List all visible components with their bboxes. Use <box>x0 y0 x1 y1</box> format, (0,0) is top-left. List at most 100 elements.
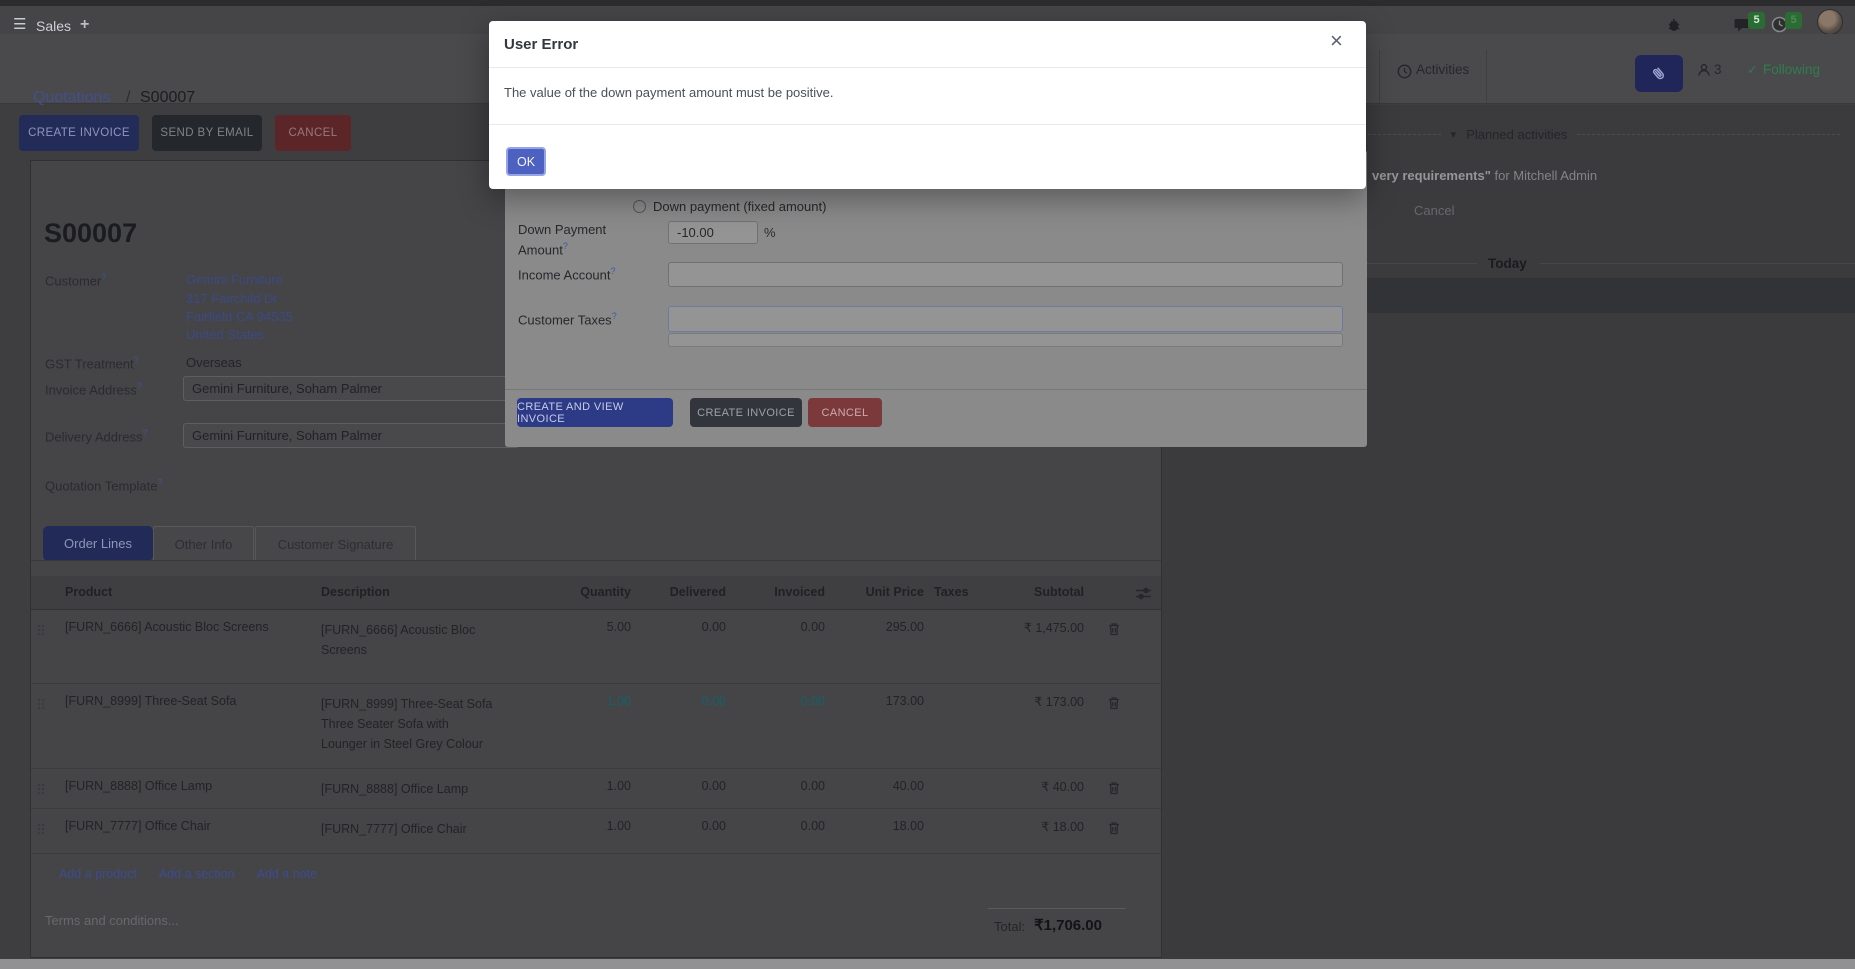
divider <box>1379 50 1380 103</box>
tab-order-lines[interactable]: Order Lines <box>43 526 153 561</box>
down-payment-fixed-label[interactable]: Down payment (fixed amount) <box>653 199 826 214</box>
income-account-input[interactable] <box>668 262 1343 287</box>
app-name[interactable]: Sales <box>36 18 71 34</box>
down-payment-fixed-radio[interactable] <box>633 200 646 213</box>
help-icon: ? <box>134 355 139 365</box>
activity-summary: very requirements" for Mitchell Admin <box>1372 168 1597 183</box>
help-icon: ? <box>158 477 163 487</box>
tab-customer-signature[interactable]: Customer Signature <box>255 526 416 561</box>
customer-taxes-label: Customer Taxes? <box>518 311 617 327</box>
followers-count[interactable]: 3 <box>1714 62 1722 77</box>
activity-cancel-link[interactable]: Cancel <box>1414 203 1454 218</box>
col-taxes[interactable]: Taxes <box>934 576 1001 609</box>
user-avatar[interactable] <box>1817 9 1843 35</box>
add-a-product-link[interactable]: Add a product <box>59 867 137 881</box>
horizontal-scrollbar[interactable] <box>0 959 1855 969</box>
cell-quantity[interactable]: 1.00 <box>561 684 641 768</box>
table-row[interactable]: [FURN_7777] Office Chair [FURN_7777] Off… <box>31 809 1161 854</box>
cell-description[interactable]: [FURN_7777] Office Chair <box>321 809 561 853</box>
customer-address-line[interactable]: Fairfield CA 94535 <box>186 309 293 324</box>
delete-row-icon[interactable] <box>1094 769 1136 808</box>
cell-taxes[interactable] <box>934 809 1001 853</box>
close-icon[interactable]: × <box>1330 28 1343 54</box>
activity-summary-text: very requirements" <box>1372 168 1491 183</box>
cell-unit-price[interactable]: 173.00 <box>835 684 934 768</box>
delivery-address-field[interactable]: Gemini Furniture, Soham Palmer <box>183 423 519 448</box>
cell-invoiced: 0.00 <box>736 809 835 853</box>
customer-address-line[interactable]: 317 Fairchild Dr <box>186 291 278 306</box>
cell-subtotal: ₹ 18.00 <box>1001 809 1094 853</box>
cell-description[interactable]: [FURN_6666] Acoustic Bloc Screens <box>321 610 561 683</box>
new-tab-plus-icon[interactable]: + <box>80 16 89 34</box>
cancel-order-button[interactable]: CANCEL <box>275 115 351 151</box>
cell-product[interactable]: [FURN_8999] Three-Seat Sofa <box>53 684 321 768</box>
table-row[interactable]: [FURN_6666] Acoustic Bloc Screens [FURN_… <box>31 610 1161 684</box>
cell-description[interactable]: [FURN_8999] Three-Seat Sofa Three Seater… <box>321 684 561 768</box>
help-icon: ? <box>611 266 616 276</box>
cell-description[interactable]: [FURN_8888] Office Lamp <box>321 769 561 808</box>
cell-taxes[interactable] <box>934 684 1001 768</box>
cell-product[interactable]: [FURN_6666] Acoustic Bloc Screens <box>53 610 321 683</box>
drag-handle-icon[interactable] <box>31 684 53 768</box>
cell-taxes[interactable] <box>934 769 1001 808</box>
modal-title: User Error <box>504 36 578 53</box>
help-icon: ? <box>137 381 142 391</box>
gst-treatment-label: GST Treatment? <box>45 355 139 371</box>
invoice-address-field[interactable]: Gemini Furniture, Soham Palmer <box>183 376 519 401</box>
customer-link[interactable]: Gemini Furniture <box>186 272 283 287</box>
attachments-button[interactable] <box>1635 55 1683 92</box>
drag-handle-icon[interactable] <box>31 809 53 853</box>
col-description[interactable]: Description <box>321 576 561 609</box>
cell-taxes[interactable] <box>934 610 1001 683</box>
cell-product[interactable]: [FURN_7777] Office Chair <box>53 809 321 853</box>
modal-message: The value of the down payment amount mus… <box>504 85 834 100</box>
following-button[interactable]: Following <box>1763 62 1820 77</box>
add-a-note-link[interactable]: Add a note <box>257 867 317 881</box>
create-invoice-button[interactable]: CREATE INVOICE <box>19 115 139 151</box>
col-delivered[interactable]: Delivered <box>641 576 736 609</box>
col-product[interactable]: Product <box>53 576 321 609</box>
col-invoiced[interactable]: Invoiced <box>736 576 835 609</box>
create-and-view-invoice-button[interactable]: CREATE AND VIEW INVOICE <box>517 398 673 427</box>
col-quantity[interactable]: Quantity <box>561 576 641 609</box>
cell-quantity[interactable]: 5.00 <box>561 610 641 683</box>
following-check-icon: ✓ <box>1747 62 1758 78</box>
cell-delivered: 0.00 <box>641 684 736 768</box>
terms-and-conditions-field[interactable]: Terms and conditions... <box>45 913 179 928</box>
chatter-activities-button[interactable]: Activities <box>1416 62 1469 77</box>
apps-menu-icon[interactable]: ☰ <box>13 17 26 33</box>
tab-other-info[interactable]: Other Info <box>153 526 254 561</box>
cell-unit-price[interactable]: 18.00 <box>835 809 934 853</box>
delete-row-icon[interactable] <box>1094 809 1136 853</box>
divider <box>1577 134 1840 135</box>
cell-unit-price[interactable]: 40.00 <box>835 769 934 808</box>
drag-handle-icon[interactable] <box>31 610 53 683</box>
cell-product[interactable]: [FURN_8888] Office Lamp <box>53 769 321 808</box>
customer-address-line[interactable]: United States <box>186 327 264 342</box>
add-a-section-link[interactable]: Add a section <box>159 867 235 881</box>
cell-unit-price[interactable]: 295.00 <box>835 610 934 683</box>
delete-row-icon[interactable] <box>1094 684 1136 768</box>
cell-quantity[interactable]: 1.00 <box>561 769 641 808</box>
down-payment-amount-input[interactable]: -10.00 <box>668 221 758 244</box>
user-error-modal: User Error × The value of the down payme… <box>489 21 1366 189</box>
help-icon: ? <box>101 272 106 282</box>
ok-button[interactable]: OK <box>506 147 546 176</box>
delete-row-icon[interactable] <box>1094 610 1136 683</box>
col-subtotal[interactable]: Subtotal <box>1001 576 1094 609</box>
cell-quantity[interactable]: 1.00 <box>561 809 641 853</box>
wizard-cancel-button[interactable]: CANCEL <box>808 398 882 427</box>
debug-bug-icon[interactable] <box>1666 17 1682 33</box>
col-unit-price[interactable]: Unit Price <box>835 576 934 609</box>
cell-delivered: 0.00 <box>641 610 736 683</box>
table-row[interactable]: [FURN_8888] Office Lamp [FURN_8888] Offi… <box>31 769 1161 809</box>
wizard-create-invoice-button[interactable]: CREATE INVOICE <box>690 398 802 427</box>
customer-taxes-input[interactable] <box>668 306 1343 332</box>
table-row[interactable]: [FURN_8999] Three-Seat Sofa [FURN_8999] … <box>31 684 1161 769</box>
create-invoice-wizard: Down payment (fixed amount) Down Payment… <box>505 150 1367 447</box>
drag-handle-icon[interactable] <box>31 769 53 808</box>
customer-taxes-dropdown[interactable] <box>668 333 1343 347</box>
send-by-email-button[interactable]: SEND BY EMAIL <box>152 115 262 151</box>
cell-invoiced: 0.00 <box>736 684 835 768</box>
optional-columns-icon[interactable] <box>1136 576 1161 609</box>
